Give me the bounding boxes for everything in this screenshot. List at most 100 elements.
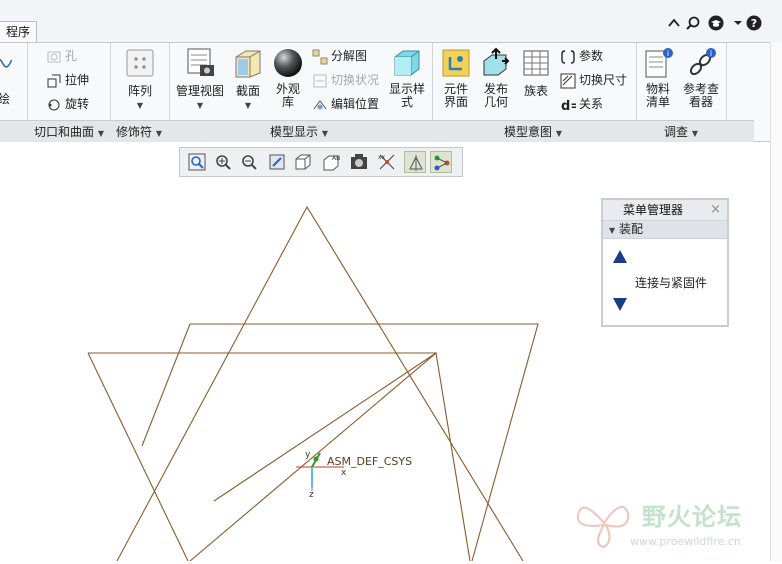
datum-display-icon[interactable]: xx (376, 151, 398, 173)
group-label-model-display[interactable]: 模型显示 ▼ (270, 123, 328, 140)
polygon-right (190, 323, 539, 562)
group-label-model-intent[interactable]: 模型意图 ▼ (504, 123, 562, 140)
help-icon[interactable]: ? (746, 15, 762, 31)
zoom-out-icon[interactable] (238, 151, 260, 173)
svg-text:i: i (710, 49, 712, 58)
publish-geometry-button[interactable]: 发布 几何 (478, 47, 514, 109)
chevron-down-icon: ▼ (244, 101, 252, 110)
ribbon: 绘 孔 拉伸 旋转 阵列 ▼ 管理视图 ▼ 截面 ▼ 外观 库 分解图 切换状况 (0, 42, 770, 142)
extrude-icon (47, 74, 61, 87)
chevron-down-icon: ▼ (321, 129, 328, 138)
svg-text:AB: AB (332, 155, 340, 162)
parameters-icon (561, 49, 575, 64)
family-table-button[interactable]: 族表 (518, 47, 554, 98)
toggle-status-button[interactable]: 切换状况 (312, 70, 379, 90)
top-bar: 程序 ? (0, 0, 782, 43)
edit-position-button[interactable]: 编辑位置 (312, 94, 379, 114)
display-style-icon[interactable] (348, 151, 370, 173)
reference-viewer-icon: i (689, 48, 716, 76)
component-interface-button[interactable]: 元件 界面 (438, 47, 474, 109)
exploded-view-button[interactable]: 分解图 (312, 46, 367, 66)
hole-button[interactable]: 孔 (46, 46, 77, 66)
polygon-inner-edge (435, 352, 471, 562)
polygon-diagonal (213, 352, 437, 502)
manage-views-icon (187, 48, 214, 76)
revolve-button[interactable]: 旋转 (46, 94, 89, 114)
relations-button[interactable]: d= 关系 (560, 94, 603, 114)
chevron-down-icon: ▼ (97, 129, 104, 138)
polygon-right-edge (141, 323, 191, 447)
zoom-in-icon[interactable] (212, 151, 234, 173)
tab-active[interactable]: 程序 (0, 21, 37, 43)
toggle-status-icon (313, 74, 327, 87)
ribbon-group-labels: 切口和曲面 ▼ 修饰符 ▼ 模型显示 ▼ 模型意图 ▼ 调查 ▼ (0, 120, 754, 142)
edit-position-icon (313, 99, 327, 109)
csys-label[interactable]: ASM_DEF_CSYS (327, 455, 412, 468)
group-label-modifier[interactable]: 修饰符 ▼ (116, 123, 162, 140)
svg-text:d=: d= (561, 99, 576, 113)
graphics-toolbar: AB xx (179, 147, 463, 177)
exploded-view-icon (312, 49, 328, 64)
csys-axis-y: y (305, 450, 311, 460)
scroll-down-icon[interactable] (613, 298, 627, 311)
reference-viewer-button[interactable]: i 参考查 看器 (680, 47, 722, 109)
revolve-icon (48, 99, 60, 110)
spin-center-icon[interactable] (404, 151, 426, 173)
manage-views-button[interactable]: 管理视图 ▼ (174, 47, 226, 112)
publish-geometry-icon (483, 47, 510, 76)
display-style-icon (394, 50, 420, 76)
display-style-button[interactable]: 显示样 式 (386, 47, 428, 109)
bill-of-materials-button[interactable]: i 物料 清单 (640, 47, 676, 109)
csys-axis-z: z (309, 490, 314, 500)
view-orientation-icon[interactable] (292, 151, 314, 173)
chevron-down-icon: ▼ (196, 101, 204, 110)
menu-manager: 菜单管理器 × ▼ 装配 连接与紧固件 (601, 198, 729, 327)
component-interface-icon (442, 49, 470, 77)
csys-axis-x: x (341, 468, 347, 478)
family-table-icon (523, 50, 549, 76)
switch-dimensions-icon (560, 73, 576, 88)
scroll-up-icon[interactable] (613, 250, 627, 263)
sketch-icon (0, 58, 13, 68)
section-button[interactable]: 截面 ▼ (230, 47, 266, 112)
bill-of-materials-icon: i (645, 48, 673, 78)
right-scrollbar[interactable] (770, 42, 782, 561)
watermark: 野火论坛 www.proewildfire.cn (574, 495, 774, 555)
appearance-gallery-button[interactable]: 外观 库 (270, 47, 306, 109)
chevron-down-icon: ▼ (136, 101, 144, 110)
watermark-url: www.proewildfire.cn (630, 535, 741, 548)
pattern-icon (126, 49, 154, 77)
search-icon[interactable] (685, 15, 701, 31)
annotation-display-icon[interactable] (430, 151, 452, 173)
section-icon (235, 50, 261, 78)
group-label-investigate[interactable]: 调查 ▼ (664, 123, 698, 140)
chevron-down-icon: ▼ (155, 129, 162, 138)
refit-icon[interactable] (186, 151, 208, 173)
menu-manager-title: 菜单管理器 × (603, 200, 727, 221)
sketch-button-partial[interactable]: 绘 (0, 47, 16, 106)
svg-text:xx: xx (378, 154, 386, 161)
pattern-button[interactable]: 阵列 ▼ (118, 47, 162, 112)
saved-views-icon[interactable]: AB (320, 151, 342, 173)
svg-text:i: i (667, 49, 669, 58)
extrude-button[interactable]: 拉伸 (46, 70, 89, 90)
butterfly-logo-icon (576, 505, 630, 549)
parameters-button[interactable]: 参数 (560, 46, 603, 66)
repaint-icon[interactable] (266, 151, 288, 173)
hole-icon (47, 51, 61, 62)
group-label-cut-surface[interactable]: 切口和曲面 ▼ (34, 123, 104, 140)
chevron-down-icon: ▼ (555, 129, 562, 138)
close-icon[interactable]: × (710, 200, 721, 220)
switch-dimensions-button[interactable]: 切换尺寸 (560, 70, 627, 90)
appearance-sphere-icon (274, 49, 302, 77)
chevron-down-icon: ▼ (691, 129, 698, 138)
graduation-cap-icon[interactable] (708, 15, 724, 31)
relations-icon: d= (561, 99, 576, 113)
menu-section-assembly[interactable]: ▼ 装配 (603, 221, 727, 239)
watermark-text: 野火论坛 (642, 503, 742, 531)
up-arrow-icon[interactable] (666, 15, 682, 31)
menu-item-connect-fasteners[interactable]: 连接与紧固件 (635, 274, 707, 291)
dropdown-icon[interactable] (730, 15, 746, 31)
triangle-outline (116, 205, 524, 562)
collapse-triangle-icon: ▼ (609, 226, 616, 235)
